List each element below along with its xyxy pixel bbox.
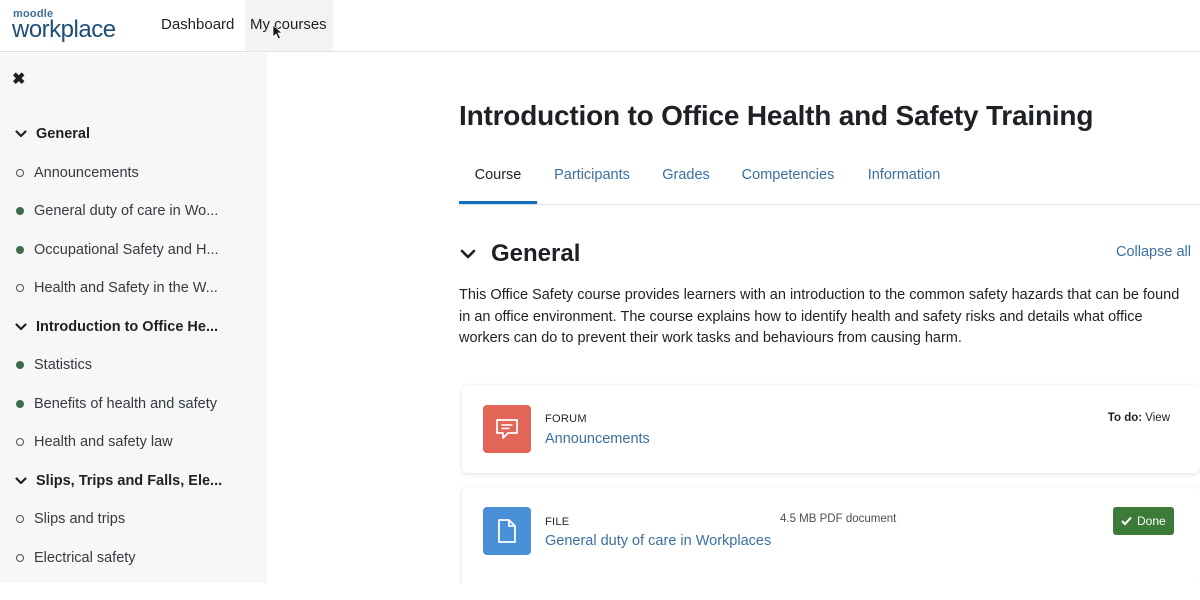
sidebar-section-item[interactable]: Introduction to Office He... (0, 308, 267, 346)
activity-link-general-duty[interactable]: General duty of care in Workplaces (545, 533, 771, 549)
nav-my-courses-link[interactable]: My courses (245, 0, 333, 51)
sidebar-activity-item[interactable]: Announcements (0, 154, 267, 192)
tab-course[interactable]: Course (459, 150, 537, 204)
sidebar-section-item[interactable]: General (0, 115, 267, 153)
sidebar-activity-item[interactable]: Benefits of health and safety (0, 385, 267, 423)
tab-grades[interactable]: Grades (647, 150, 725, 204)
sidebar-item-label: Announcements (34, 164, 139, 181)
chevron-down-icon[interactable] (14, 474, 28, 488)
sidebar-item-label: Introduction to Office He... (36, 318, 219, 335)
tab-information[interactable]: Information (851, 150, 957, 204)
nav-dashboard-link[interactable]: Dashboard (161, 0, 234, 51)
completion-empty-icon (16, 438, 24, 446)
sidebar-item-label: Statistics (34, 357, 93, 373)
chevron-down-icon[interactable] (459, 245, 477, 263)
viewport-bottom-edge (0, 584, 1200, 600)
sidebar-item-label: Health and safety law (34, 434, 173, 450)
sidebar-item-label: Health and Safety in the W... (34, 280, 218, 296)
completion-empty-icon (16, 284, 24, 292)
completion-empty-icon (16, 515, 24, 523)
sidebar-activity-item[interactable]: Slips and trips (0, 500, 267, 538)
todo-value: View (1145, 412, 1170, 424)
sidebar-activity-item[interactable]: General duty of care in Wo... (0, 192, 267, 230)
completion-filled-icon (16, 207, 24, 215)
sidebar-item-label: Slips, Trips and Falls, Ele... (36, 472, 223, 489)
sidebar-activity-item[interactable]: Health and safety law (0, 423, 267, 461)
logo-text-big: workplace (12, 16, 116, 43)
check-icon (1121, 516, 1132, 526)
file-details: 4.5 MB PDF document (780, 513, 897, 525)
todo-status: To do: View (1108, 412, 1170, 424)
tab-participants[interactable]: Participants (537, 150, 647, 204)
sidebar-item-label: Occupational Safety and H... (34, 241, 219, 258)
close-drawer-icon[interactable]: ✖ (12, 71, 30, 89)
sidebar-activity-item[interactable]: Electrical safety (0, 539, 267, 577)
sidebar-activity-item[interactable]: Health and Safety in the W... (0, 269, 267, 307)
chevron-down-icon[interactable] (14, 127, 28, 141)
activity-type-label: FORUM (545, 413, 587, 425)
activity-type-label: FILE (545, 516, 570, 528)
forum-icon (483, 405, 531, 453)
sidebar-activity-item[interactable]: Occupational Safety and H... (0, 231, 267, 269)
tab-competencies[interactable]: Competencies (725, 150, 851, 204)
done-badge: Done (1113, 507, 1174, 535)
section-summary: This Office Safety course provides learn… (459, 287, 1180, 346)
sidebar-section-item[interactable]: Slips, Trips and Falls, Ele... (0, 462, 267, 500)
completion-filled-icon (16, 361, 24, 369)
top-navbar: moodle workplace Dashboard My courses (0, 0, 1200, 52)
sidebar-item-label: Electrical safety (34, 549, 136, 566)
chevron-down-icon[interactable] (14, 320, 28, 334)
done-label: Done (1137, 514, 1166, 528)
moodle-workplace-logo[interactable]: moodle workplace (12, 8, 124, 43)
section-title: General (491, 240, 581, 267)
file-icon (483, 507, 531, 555)
sidebar-item-label: Benefits of health and safety (34, 395, 217, 412)
activity-card-file: FILE 4.5 MB PDF document General duty of… (462, 487, 1200, 587)
mouse-pointer-icon (272, 24, 284, 40)
todo-label: To do: (1107, 412, 1143, 424)
course-tabs: Course Participants Grades Competencies … (459, 150, 1200, 205)
activity-link-announcements[interactable]: Announcements (545, 431, 650, 447)
completion-filled-icon (16, 399, 24, 408)
section-header-general[interactable]: General (459, 237, 580, 271)
page-title: Introduction to Office Health and Safety… (459, 100, 1094, 131)
sidebar-item-label: General (36, 126, 90, 142)
completion-empty-icon (16, 553, 24, 562)
sidebar-item-label: General duty of care in Wo... (34, 203, 219, 219)
completion-filled-icon (16, 245, 24, 254)
activity-card-forum: FORUM Announcements To do: View (462, 385, 1200, 473)
sidebar-activity-item[interactable]: Statistics (0, 346, 267, 384)
collapse-all-link[interactable]: Collapse all (1116, 244, 1191, 260)
completion-empty-icon (16, 168, 24, 177)
sidebar-item-label: Slips and trips (34, 511, 126, 527)
course-index-drawer: ✖ General Announcements General duty of ca… (0, 53, 267, 583)
